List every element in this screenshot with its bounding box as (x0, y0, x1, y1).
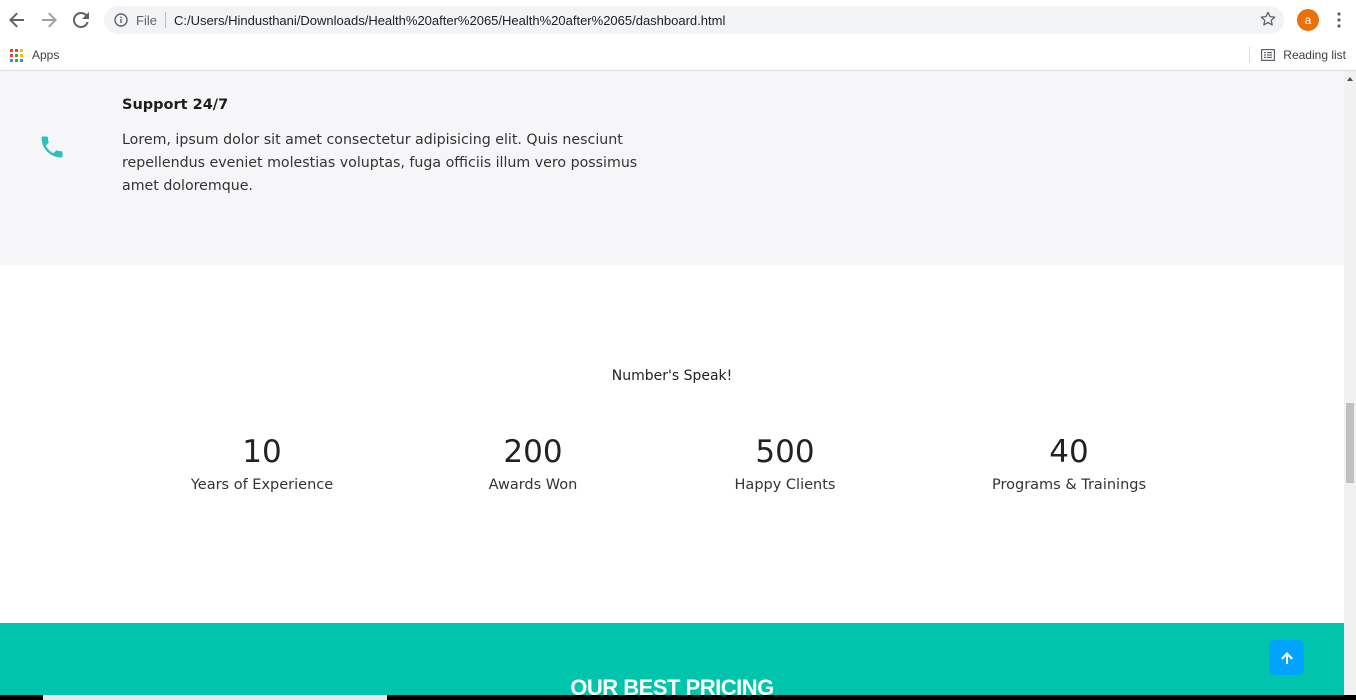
support-title: Support 24/7 (122, 97, 229, 113)
reading-list-button[interactable]: Reading list (1249, 45, 1346, 65)
stat-value: 200 (503, 434, 563, 470)
bookmarks-bar: Apps Reading list (0, 40, 1356, 71)
stat-label: Happy Clients (734, 477, 836, 493)
stat-value: 10 (242, 434, 282, 470)
stat-label: Years of Experience (190, 477, 334, 493)
reload-button[interactable] (69, 8, 93, 32)
scroll-to-top-button[interactable] (1269, 640, 1304, 675)
arrow-up-icon (1280, 651, 1293, 664)
reading-list-label: Reading list (1283, 48, 1346, 62)
arrow-right-icon (42, 12, 57, 28)
numbers-heading: Number's Speak! (611, 368, 733, 384)
support-description: Lorem, ipsum dolor sit amet consectetur … (122, 132, 638, 194)
stat-years-experience: 10 Years of Experience (142, 433, 382, 493)
divider (164, 12, 166, 28)
scheme-label: File (136, 12, 157, 28)
reading-list-icon (1261, 49, 1276, 61)
arrow-left-icon (9, 12, 24, 28)
apps-grid-icon (10, 48, 23, 62)
scroll-up-arrow-icon[interactable] (1347, 77, 1353, 81)
browser-window: File C:/Users/Hindusthani/Downloads/Heal… (0, 0, 1356, 700)
phone-icon (38, 133, 66, 165)
profile-avatar[interactable]: a (1297, 9, 1319, 31)
page-scrollbar[interactable] (1344, 71, 1356, 700)
stat-label: Awards Won (488, 477, 578, 493)
divider (1249, 47, 1251, 63)
kebab-menu-icon (1337, 12, 1341, 28)
forward-button[interactable] (37, 8, 61, 32)
scrollbar-thumb[interactable] (1346, 403, 1354, 483)
pricing-section: OUR BEST PRICING (0, 623, 1344, 700)
star-icon[interactable] (1260, 11, 1276, 31)
stat-value: 500 (755, 434, 815, 470)
browser-menu-button[interactable] (1330, 8, 1348, 32)
stat-happy-clients: 500 Happy Clients (665, 433, 905, 493)
back-button[interactable] (5, 8, 29, 32)
bottom-strip-segment (43, 695, 387, 700)
numbers-section: Number's Speak! 10 Years of Experience 2… (0, 265, 1344, 623)
bottom-strip (0, 695, 1356, 700)
apps-shortcut[interactable]: Apps (10, 45, 59, 65)
info-icon[interactable] (114, 13, 128, 27)
stat-value: 40 (1049, 434, 1089, 470)
stat-programs-trainings: 40 Programs & Trainings (949, 433, 1189, 493)
support-section: Support 24/7 Lorem, ipsum dolor sit amet… (0, 71, 1344, 265)
stat-awards-won: 200 Awards Won (413, 433, 653, 493)
reload-icon (73, 12, 89, 28)
stat-label: Programs & Trainings (991, 477, 1147, 493)
apps-label: Apps (32, 48, 60, 62)
url-text[interactable]: C:/Users/Hindusthani/Downloads/Health%20… (174, 13, 725, 28)
page-viewport: Support 24/7 Lorem, ipsum dolor sit amet… (0, 71, 1344, 700)
browser-toolbar: File C:/Users/Hindusthani/Downloads/Heal… (0, 0, 1356, 40)
address-bar[interactable]: File C:/Users/Hindusthani/Downloads/Heal… (104, 6, 1284, 34)
